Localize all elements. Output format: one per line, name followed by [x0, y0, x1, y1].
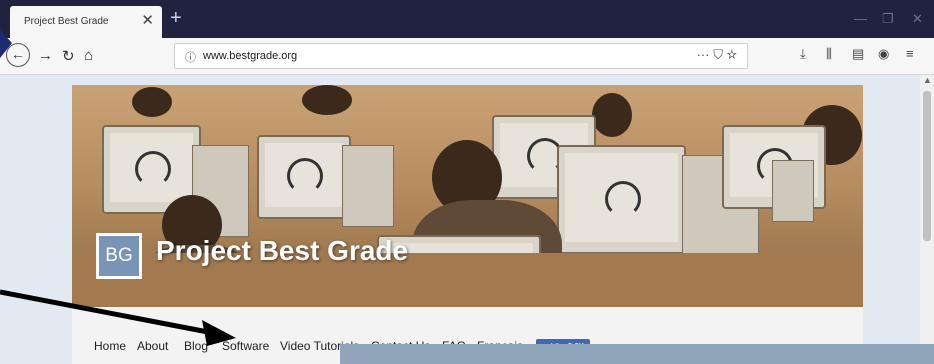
- site-logo[interactable]: BG: [96, 233, 142, 279]
- browser-navbar: ← → ↻ ⌂ ⓘ www.bestgrade.org ··· ⛉ ☆ ⤓ ⫼ …: [0, 38, 934, 75]
- menu-item-software[interactable]: Software: [222, 339, 269, 353]
- reload-icon[interactable]: ↻: [62, 47, 75, 65]
- account-icon[interactable]: ◉: [878, 46, 889, 62]
- menu-icon[interactable]: ≡: [906, 46, 914, 61]
- library-icon[interactable]: ⫼: [826, 46, 832, 62]
- browser-titlebar: Project Best Grade ✕ + — ❐ ✕: [0, 0, 934, 38]
- page-viewport: BG Project Best Grade Home About Blog So…: [0, 75, 934, 364]
- close-window-icon[interactable]: ✕: [912, 11, 923, 27]
- hero-image: BG Project Best Grade: [72, 85, 863, 307]
- url-bar[interactable]: ⓘ www.bestgrade.org ··· ⛉ ☆: [174, 43, 748, 69]
- menu-item-blog[interactable]: Blog: [184, 339, 208, 353]
- menu-item-about[interactable]: About: [137, 339, 168, 353]
- bookmark-star-icon[interactable]: ☆: [727, 47, 737, 62]
- scroll-thumb[interactable]: [923, 91, 931, 241]
- new-tab-button[interactable]: +: [170, 7, 182, 30]
- browser-tab[interactable]: Project Best Grade ✕: [10, 6, 162, 38]
- sidebar-icon[interactable]: ▤: [852, 46, 864, 62]
- tab-close-icon[interactable]: ✕: [141, 11, 154, 29]
- overlay-panel: [340, 344, 934, 364]
- url-text: www.bestgrade.org: [203, 50, 298, 62]
- restore-icon[interactable]: ❐: [882, 11, 894, 27]
- page-scrollbar[interactable]: ▲: [920, 75, 934, 364]
- pocket-icon[interactable]: ⛉: [713, 47, 723, 62]
- home-icon[interactable]: ⌂: [84, 47, 93, 64]
- site-title[interactable]: Project Best Grade: [156, 235, 408, 267]
- tab-title: Project Best Grade: [24, 16, 109, 27]
- forward-icon[interactable]: →: [38, 47, 53, 64]
- menu-item-home[interactable]: Home: [94, 339, 126, 353]
- back-icon[interactable]: ←: [6, 43, 30, 67]
- info-icon[interactable]: ⓘ: [185, 49, 196, 65]
- minimize-icon[interactable]: —: [854, 11, 867, 26]
- scroll-up-icon[interactable]: ▲: [923, 75, 932, 85]
- download-icon[interactable]: ⤓: [800, 46, 806, 62]
- page-actions-icon[interactable]: ···: [697, 47, 710, 62]
